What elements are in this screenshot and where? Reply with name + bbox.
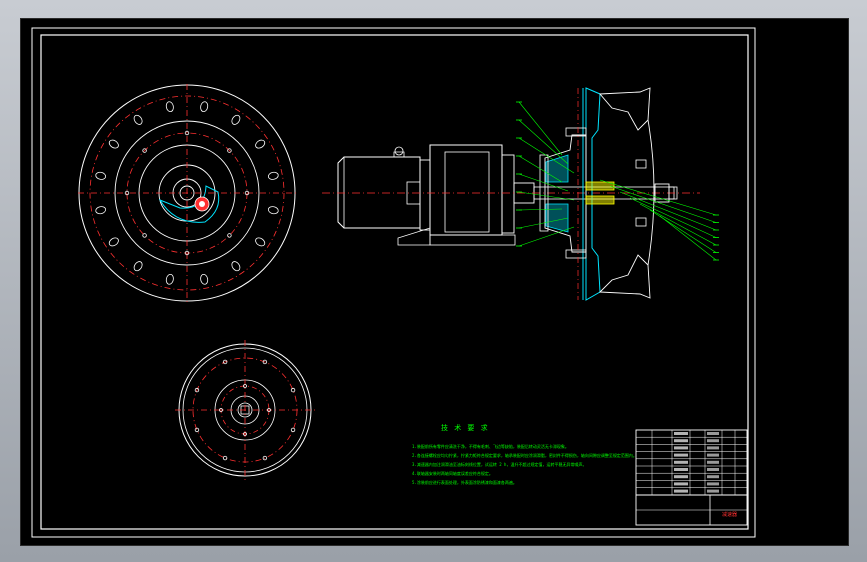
bolt-hole [165,273,174,285]
bolt-hole [165,101,174,113]
grid-text [707,489,719,493]
title-block-name: 减速器 [722,512,738,518]
leader-lines-right [599,179,719,261]
bolt-hole [133,114,143,125]
leader-line [649,209,717,253]
leader-line [518,101,563,156]
disc-hole [194,427,200,433]
bolt-hole [108,237,119,247]
grid-text [674,489,688,493]
bolt-hole [108,139,119,149]
note-line: 3.减速器内加注润滑油至油标刻线位置，试运转 2 h，温升不超过规定值，运转平稳… [412,462,587,467]
leader-line [609,185,717,223]
disc-bottom-view[interactable] [175,340,315,480]
disc-hole [290,387,296,393]
bolt-hole [231,261,241,272]
bolt-hole [133,261,143,272]
grid-text [707,432,719,435]
disc-hole [290,427,296,433]
bolt-hole [95,171,107,180]
bolt-hole [200,273,209,285]
grid-text [674,432,688,435]
note-line: 2.各连接螺栓应均匀拧紧，拧紧力矩符合规定要求，轴承装配时应涂润滑脂，密封件不得… [412,453,637,458]
leader-line [599,179,717,216]
window-frame: 技 术 要 求 1.装配前所有零件应清洗干净，不得有毛刺、飞边等缺陷，装配后转动… [0,0,867,562]
hub-section-view[interactable] [539,87,678,301]
note-line: 4.联轴器安装时两轴同轴度误差应符合规定。 [412,471,493,476]
technical-notes: 1.装配前所有零件应清洗干净，不得有毛刺、飞边等缺陷，装配后转动灵活无卡滞现象。… [412,442,842,487]
notes-title: 技 术 要 求 [441,424,489,432]
small-hole [227,233,232,238]
small-hole [142,233,147,238]
bolt-hole [95,206,107,215]
note-line: 1.装配前所有零件应清洗干净，不得有毛刺、飞边等缺陷，装配后转动灵活无卡滞现象。 [412,444,569,449]
disc-hole [222,455,228,461]
bolt-hole [267,171,279,180]
bolt-hole [255,139,266,149]
bolt-hole [231,114,241,125]
leader-line [518,119,569,165]
bolt-hole [267,206,279,215]
flange-top-view[interactable] [78,84,296,302]
bolt-hole [255,237,266,247]
note-line: 5.涂装前应进行表面处理，外表面涂防锈漆和面漆各两遍。 [412,480,517,485]
leader-line [619,191,717,231]
leader-line [518,226,575,247]
leader-line [659,215,717,261]
bolt-hole [200,101,209,113]
